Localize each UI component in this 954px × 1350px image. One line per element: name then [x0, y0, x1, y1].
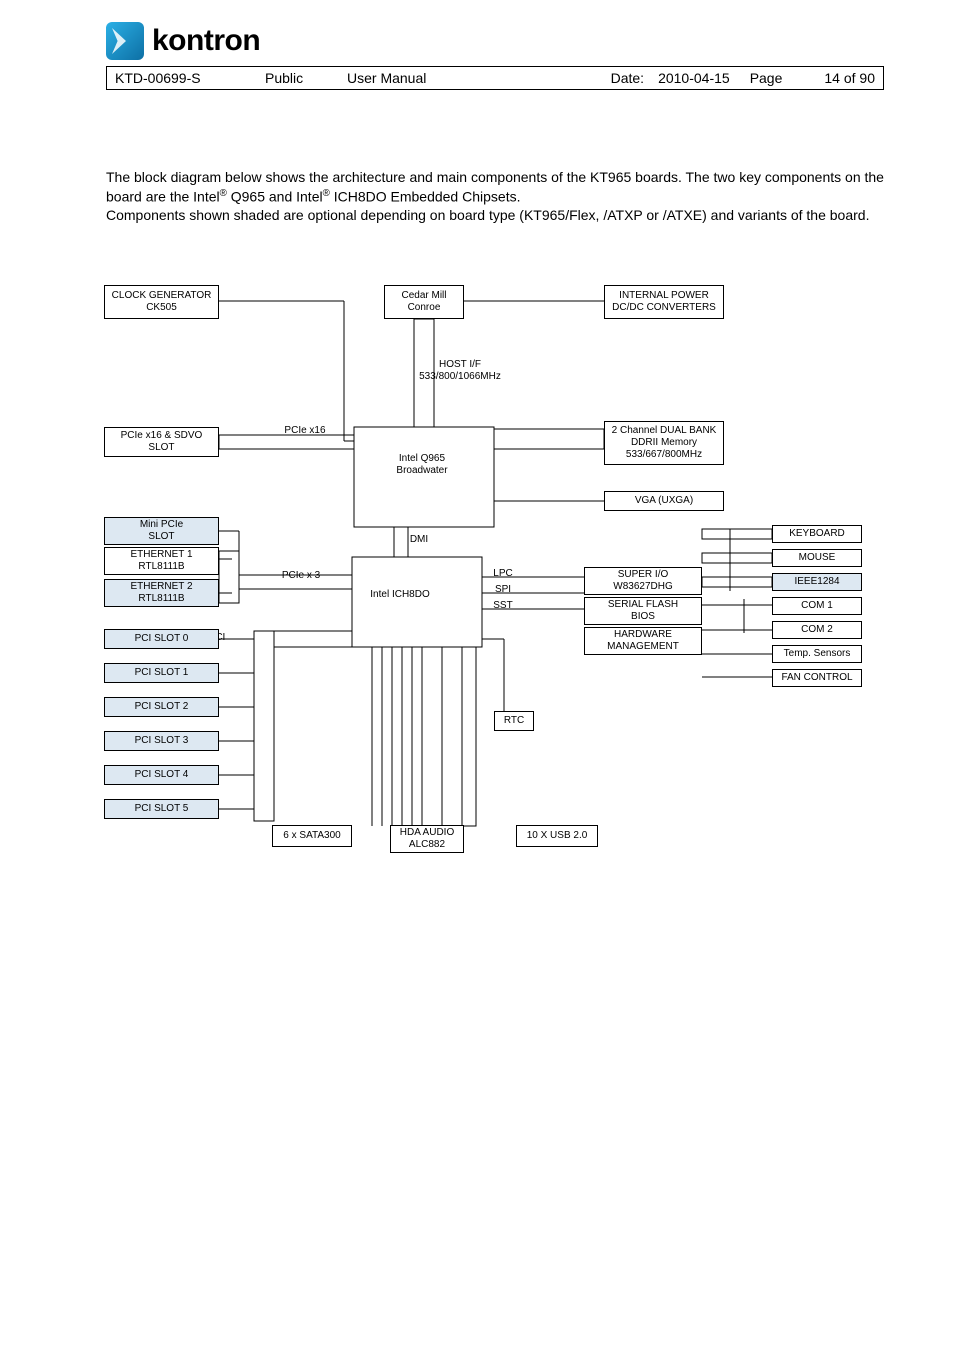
hda-audio-box: HDA AUDIO ALC882 — [390, 825, 464, 853]
date-label: Date: — [611, 70, 644, 86]
com1-box: COM 1 — [772, 597, 862, 615]
hw-management-box: HARDWARE MANAGEMENT — [584, 627, 702, 655]
internal-power-box: INTERNAL POWER DC/DC CONVERTERS — [604, 285, 724, 319]
usb-box: 10 X USB 2.0 — [516, 825, 598, 847]
block-diagram: CLOCK GENERATOR CK505 Cedar Mill Conroe … — [104, 281, 864, 851]
pci-slot-5-box: PCI SLOT 5 — [104, 799, 219, 819]
doc-type: User Manual — [347, 70, 426, 86]
doc-classification: Public — [265, 70, 307, 86]
pci-slot-3-box: PCI SLOT 3 — [104, 731, 219, 751]
page-value: 14 of 90 — [824, 70, 875, 86]
intro-part4: Components shown shaded are optional dep… — [106, 207, 869, 223]
ich8do-label: Intel ICH8DO — [360, 587, 440, 603]
rtc-box: RTC — [494, 711, 534, 731]
page-label: Page — [750, 70, 783, 86]
pci-slot-4-box: PCI SLOT 4 — [104, 765, 219, 785]
ethernet2-box: ETHERNET 2 RTL8111B — [104, 579, 219, 607]
doc-id: KTD-00699-S — [115, 70, 225, 86]
mouse-box: MOUSE — [772, 549, 862, 567]
lpc-label: LPC — [488, 567, 518, 581]
pci-slot-1-box: PCI SLOT 1 — [104, 663, 219, 683]
registered-mark: ® — [220, 188, 227, 199]
pcie-x3-label: PCIe x 3 — [276, 569, 326, 583]
dmi-label: DMI — [404, 533, 434, 547]
host-if-label: HOST I/F 533/800/1066MHz — [400, 357, 520, 385]
intro-text: The block diagram below shows the archit… — [106, 168, 884, 225]
ddr-box: 2 Channel DUAL BANK DDRII Memory 533/667… — [604, 421, 724, 465]
date-value: 2010-04-15 — [658, 70, 730, 86]
superio-box: SUPER I/O W83627DHG — [584, 567, 702, 595]
fan-control-box: FAN CONTROL — [772, 669, 862, 687]
intro-part2: Q965 and Intel — [227, 189, 323, 205]
intro-part3: ICH8DO Embedded Chipsets. — [330, 189, 521, 205]
pci-slot-0-box: PCI SLOT 0 — [104, 629, 219, 649]
mini-pcie-box: Mini PCIe SLOT — [104, 517, 219, 545]
ieee1284-box: IEEE1284 — [772, 573, 862, 591]
temp-sensors-box: Temp. Sensors — [772, 645, 862, 663]
vga-box: VGA (UXGA) — [604, 491, 724, 511]
spi-label: SPI — [488, 583, 518, 597]
clock-generator-box: CLOCK GENERATOR CK505 — [104, 285, 219, 319]
serial-flash-box: SERIAL FLASH BIOS — [584, 597, 702, 625]
logo-text: kontron — [152, 24, 260, 58]
registered-mark: ® — [323, 188, 330, 199]
logo-icon — [106, 22, 144, 60]
keyboard-box: KEYBOARD — [772, 525, 862, 543]
ethernet1-box: ETHERNET 1 RTL8111B — [104, 547, 219, 575]
document-header: KTD-00699-S Public User Manual Date: 201… — [106, 66, 884, 90]
sata-box: 6 x SATA300 — [272, 825, 352, 847]
logo: kontron — [106, 22, 884, 60]
q965-label: Intel Q965 Broadwater — [362, 451, 482, 479]
pci-slot-2-box: PCI SLOT 2 — [104, 697, 219, 717]
cpu-box: Cedar Mill Conroe — [384, 285, 464, 319]
pcie-x16-slot-box: PCIe x16 & SDVO SLOT — [104, 427, 219, 457]
pcie-x16-label: PCIe x16 — [276, 424, 334, 438]
com2-box: COM 2 — [772, 621, 862, 639]
sst-label: SST — [488, 599, 518, 613]
